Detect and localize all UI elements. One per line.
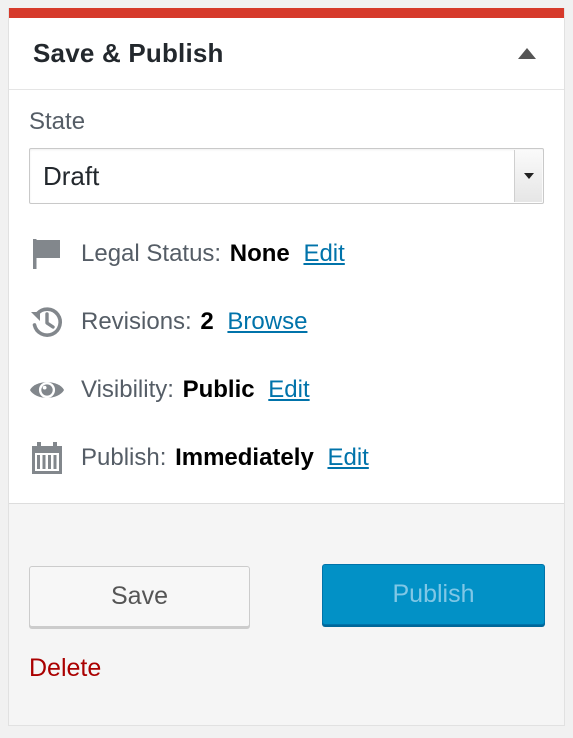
visibility-label: Visibility:: [81, 376, 174, 403]
revisions-label: Revisions:: [81, 308, 192, 335]
legal-status-row: Legal Status: None Edit: [29, 220, 542, 288]
panel-title: Save & Publish: [33, 38, 224, 68]
state-select[interactable]: Draft: [29, 148, 544, 204]
publish-panel: Save & Publish State Draft Legal Status:…: [8, 8, 565, 726]
history-icon: [29, 304, 65, 340]
publish-time-value: Immediately: [175, 444, 314, 471]
legal-status-value: None: [229, 240, 290, 267]
legal-status-edit-link[interactable]: Edit: [303, 240, 344, 267]
accent-bar: [9, 8, 564, 18]
save-button[interactable]: Save: [29, 566, 250, 627]
revisions-count: 2: [200, 308, 214, 335]
eye-icon: [29, 372, 65, 408]
delete-link[interactable]: Delete: [29, 654, 101, 683]
revisions-browse-link[interactable]: Browse: [227, 308, 307, 335]
calendar-icon: [29, 440, 65, 476]
state-label: State: [29, 108, 86, 135]
panel-header[interactable]: Save & Publish: [9, 18, 564, 90]
state-select-value: Draft: [43, 160, 100, 191]
publish-time-edit-link[interactable]: Edit: [327, 444, 368, 471]
meta-rows: Legal Status: None Edit Revisions: 2 Bro…: [29, 220, 542, 492]
panel-footer: Save Publish Delete: [9, 504, 564, 725]
panel-body: State Draft Legal Status: None Edit Revi…: [9, 90, 564, 504]
publish-button[interactable]: Publish: [322, 564, 545, 625]
revisions-row: Revisions: 2 Browse: [29, 288, 542, 356]
publish-time-label: Publish:: [81, 444, 167, 471]
legal-status-label: Legal Status:: [81, 240, 222, 267]
visibility-edit-link[interactable]: Edit: [268, 376, 309, 403]
visibility-value: Public: [182, 376, 255, 403]
visibility-row: Visibility: Public Edit: [29, 356, 542, 424]
collapse-arrow-icon[interactable]: [518, 48, 536, 59]
flag-icon: [29, 236, 65, 272]
publish-time-row: Publish: Immediately Edit: [29, 424, 542, 492]
dropdown-arrow-icon[interactable]: [514, 150, 542, 202]
